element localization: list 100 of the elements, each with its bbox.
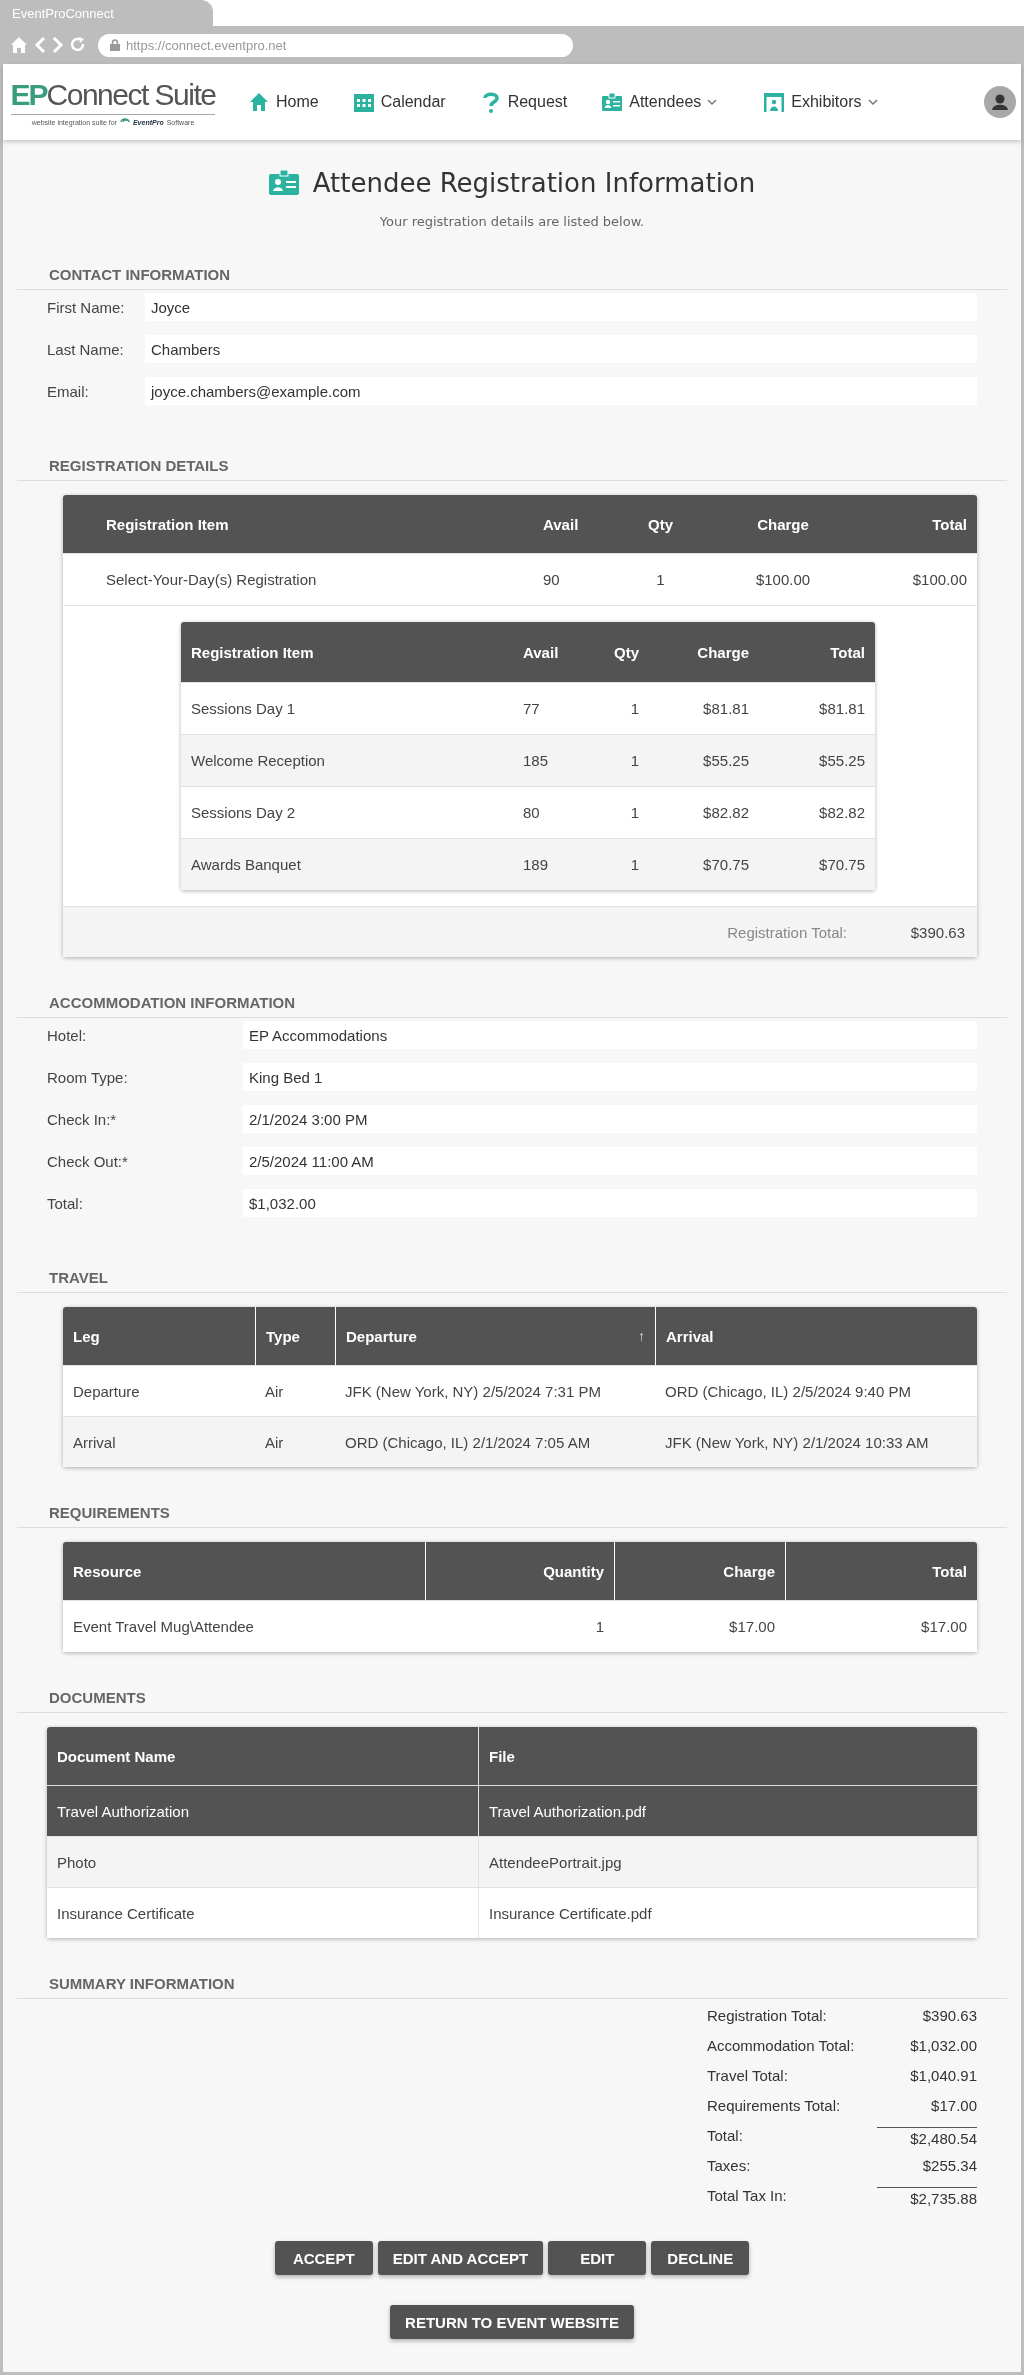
- column-header[interactable]: Document Name: [47, 1727, 478, 1785]
- summary-label: Accommodation Total:: [707, 2037, 856, 2054]
- total-value: $390.63: [909, 923, 966, 941]
- column-header[interactable]: Registration Item: [181, 622, 519, 682]
- column-header[interactable]: Avail: [528, 495, 613, 553]
- home-icon: [248, 91, 270, 113]
- table-cell-text: Insurance Certificate: [56, 1903, 196, 1924]
- summary-value: $2,735.88: [877, 2187, 977, 2207]
- lock-icon: [110, 39, 120, 51]
- refresh-icon[interactable]: [70, 36, 86, 54]
- table-cell-text: $100.00: [754, 570, 812, 590]
- table-cell: Insurance Certificate.pdf: [478, 1888, 977, 1938]
- table-row[interactable]: Travel Authorization Travel Authorization.pdf: [47, 1785, 977, 1836]
- table-cell-text: 1: [629, 855, 640, 875]
- column-header[interactable]: Resource: [63, 1542, 425, 1600]
- action-button[interactable]: ACCEPT: [274, 2241, 373, 2275]
- table-cell-text: $82.82: [818, 803, 866, 823]
- table-cell-text: $17.00: [728, 1617, 776, 1637]
- badge-icon: [268, 170, 299, 196]
- action-button[interactable]: EDIT AND ACCEPT: [377, 2241, 544, 2275]
- sort-arrow[interactable]: ↑: [638, 1328, 645, 1344]
- table-cell-text: JFK (New York, NY) 2/1/2024 10:33 AM: [664, 1432, 930, 1453]
- total-label: Registration Total:: [726, 923, 847, 941]
- field-label: Email:: [47, 382, 90, 400]
- url-text: https://connect.eventpro.net: [126, 37, 287, 53]
- summary-value: $2,480.54: [877, 2127, 977, 2147]
- table-cell-text: Sessions Day 2: [190, 803, 297, 823]
- table-cell-text: $55.25: [702, 751, 750, 771]
- table-cell-text: 90: [542, 570, 561, 590]
- logo[interactable]: EPConnect Suite: [10, 78, 216, 115]
- column-header[interactable]: Total: [759, 622, 875, 682]
- section-heading: ACCOMMODATION INFORMATION: [17, 994, 1007, 1018]
- table-cell-text: Photo: [56, 1852, 98, 1873]
- summary-label: Registration Total:: [707, 2007, 828, 2024]
- table-cell-text: $81.81: [818, 699, 866, 719]
- field-label: Hotel:: [47, 1026, 88, 1044]
- column-header[interactable]: Charge: [649, 622, 759, 682]
- return-button[interactable]: RETURN TO EVENT WEBSITE: [390, 2305, 634, 2339]
- table-cell-text: Sessions Day 1: [190, 699, 297, 719]
- table-cell-text: 1: [655, 570, 666, 590]
- column-header[interactable]: Total: [858, 495, 977, 553]
- table-cell-text: Travel Authorization: [56, 1801, 190, 1822]
- table-cell-text: Air: [264, 1381, 285, 1402]
- section-heading: REQUIREMENTS: [17, 1504, 1007, 1528]
- table-cell-text: $17.00: [920, 1617, 968, 1637]
- field-label: Last Name:: [47, 340, 125, 358]
- back-icon[interactable]: [34, 36, 46, 54]
- nav-link[interactable]: Attendees: [601, 87, 718, 117]
- input-field[interactable]: EP Accommodations: [243, 1021, 977, 1049]
- input-field[interactable]: King Bed 1: [243, 1063, 977, 1091]
- field-label: Check Out:*: [47, 1152, 129, 1170]
- table-cell-text: Air: [264, 1432, 285, 1453]
- section-heading: CONTACT INFORMATION: [17, 266, 1007, 290]
- column-header[interactable]: Avail: [519, 622, 599, 682]
- column-header[interactable]: Registration Item: [63, 495, 528, 553]
- nav-link[interactable]: Calendar: [352, 87, 446, 117]
- table-cell-text: 189: [522, 855, 550, 875]
- column-header[interactable]: Leg: [63, 1307, 255, 1365]
- section-heading: SUMMARY INFORMATION: [17, 1975, 1007, 1999]
- input-field[interactable]: Joyce: [145, 293, 977, 321]
- table-cell-text: $81.81: [702, 699, 750, 719]
- table-cell-text: Welcome Reception: [190, 751, 326, 771]
- table-cell-text: $70.75: [702, 855, 750, 875]
- table-cell-text: Arrival: [72, 1432, 117, 1453]
- badge-icon: [601, 91, 624, 113]
- summary-value: $1,032.00: [909, 2037, 977, 2054]
- nav-link[interactable]: Exhibitors: [763, 87, 878, 117]
- nav-link[interactable]: Request: [479, 87, 568, 117]
- table-cell-text: ORD (Chicago, IL) 2/5/2024 9:40 PM: [664, 1381, 912, 1402]
- input-field[interactable]: Chambers: [145, 335, 977, 363]
- input-field[interactable]: joyce.chambers@example.com: [145, 377, 977, 405]
- avatar-icon[interactable]: [984, 86, 1016, 118]
- summary-value: $255.34: [921, 2157, 977, 2174]
- forward-icon[interactable]: [52, 36, 64, 54]
- table-row[interactable]: Insurance Certificate Insurance Certificate.pdf: [47, 1887, 977, 1938]
- action-button[interactable]: EDIT: [548, 2241, 647, 2275]
- table-cell-text: Awards Banquet: [190, 855, 302, 875]
- input-field[interactable]: 2/1/2024 3:00 PM: [243, 1105, 977, 1133]
- table-cell-text: 1: [594, 1617, 605, 1637]
- table-cell-text: 1: [629, 803, 640, 823]
- column-header[interactable]: Qty: [599, 622, 649, 682]
- table-cell-text: 80: [522, 803, 541, 823]
- table-row[interactable]: Photo AttendeePortrait.jpg: [47, 1836, 977, 1887]
- table-cell-text: JFK (New York, NY) 2/5/2024 7:31 PM: [344, 1381, 602, 1402]
- column-header[interactable]: Charge: [708, 495, 858, 553]
- field-label: Room Type:: [47, 1068, 129, 1086]
- summary-value: $390.63: [921, 2007, 977, 2024]
- table-cell-text: 1: [629, 699, 640, 719]
- input-field[interactable]: $1,032.00: [243, 1189, 977, 1217]
- field-label: Total:: [47, 1194, 84, 1212]
- page-subtitle: Your registration details are listed below.: [378, 214, 646, 229]
- column-label: Departure: [346, 1327, 417, 1345]
- table-cell-text: 77: [522, 699, 541, 719]
- section-heading: TRAVEL: [17, 1269, 1007, 1293]
- input-field[interactable]: 2/5/2024 11:00 AM: [243, 1147, 977, 1175]
- action-button[interactable]: DECLINE: [651, 2241, 750, 2275]
- nav-link[interactable]: Home: [248, 87, 319, 117]
- table-cell-text: $55.25: [818, 751, 866, 771]
- home-icon[interactable]: [10, 36, 28, 54]
- column-header[interactable]: Qty: [613, 495, 708, 553]
